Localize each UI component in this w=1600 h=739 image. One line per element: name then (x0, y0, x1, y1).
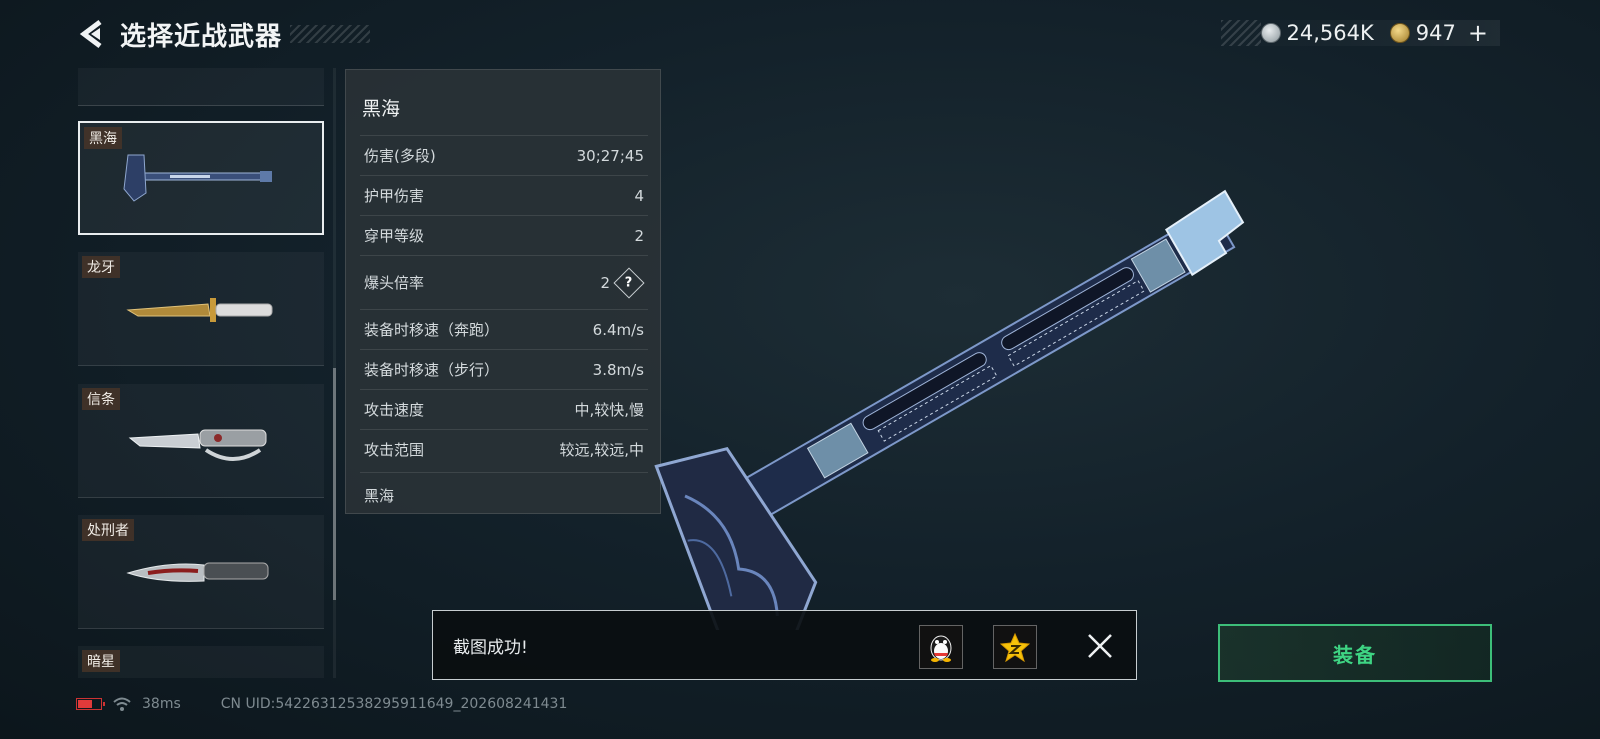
stat-label: 伤害(多段) (364, 147, 436, 165)
close-icon (1088, 634, 1112, 658)
list-item[interactable] (78, 68, 324, 106)
latency-text: 38ms (142, 696, 181, 712)
weapon-card-label: 黑海 (84, 127, 122, 149)
status-bar: 38ms CN UID:5422631253829591164​9_202608… (76, 694, 567, 714)
weapon-card-anxing[interactable]: 暗星 (78, 646, 324, 678)
share-qzone-button[interactable] (993, 625, 1037, 669)
stat-label: 护甲伤害 (364, 187, 425, 205)
stat-label: 装备时移速（步行） (364, 361, 500, 379)
weapon-card-label: 信条 (82, 388, 120, 410)
battery-icon (76, 698, 105, 710)
stat-label: 攻击速度 (364, 401, 425, 419)
title-decoration (290, 25, 371, 43)
share-qq-button[interactable] (919, 625, 963, 669)
page-title: 选择近战武器 (120, 21, 283, 52)
qzone-star-icon (1000, 632, 1030, 662)
weapon-list[interactable]: 黑海 龙牙 信条 处刑者 暗星 (78, 68, 324, 678)
currency-decoration (1220, 20, 1261, 46)
equip-button[interactable]: 装备 (1218, 624, 1492, 682)
stat-label: 穿甲等级 (364, 227, 425, 245)
qq-penguin-icon (930, 635, 952, 662)
currency-bar: 24,564K 947 + (1220, 19, 1500, 47)
knife-icon (126, 562, 269, 582)
stat-label: 装备时移速（奔跑） (364, 321, 500, 339)
silver-coin-icon (1260, 23, 1281, 43)
weapon-card-xintiao[interactable]: 信条 (78, 384, 324, 498)
header: 选择近战武器 (76, 14, 371, 54)
gold-coin-icon (1389, 23, 1410, 43)
knife-icon (128, 429, 267, 461)
equip-button-label: 装备 (1333, 642, 1377, 667)
stat-label: 攻击范围 (364, 441, 425, 459)
weapon-card-chuxingzhe[interactable]: 处刑者 (78, 515, 324, 629)
gold-value: 947 (1415, 21, 1456, 45)
weapon-list-scrollbar[interactable] (333, 68, 336, 678)
uid-text: CN UID:5422631253829591164​9_20260824143… (220, 696, 568, 712)
axe-icon (123, 154, 272, 202)
scrollbar-thumb[interactable] (333, 368, 336, 600)
silver-value: 24,564K (1286, 21, 1374, 45)
weapon-preview-image (654, 189, 1245, 630)
wifi-icon (113, 697, 131, 711)
toast-message: 截图成功! (453, 638, 528, 658)
screenshot-toast: 截图成功! (432, 610, 1137, 680)
weapon-name: 黑海 (362, 98, 401, 120)
weapon-card-longya[interactable]: 龙牙 (78, 252, 324, 366)
weapon-card-heihai[interactable]: 黑海 (78, 121, 324, 235)
back-button[interactable] (76, 17, 106, 51)
chevron-left-icon (79, 20, 102, 48)
stat-label: 爆头倍率 (364, 274, 425, 292)
weapon-card-label: 龙牙 (82, 256, 120, 278)
toast-close-button[interactable] (1083, 629, 1117, 663)
weapon-card-label: 暗星 (82, 650, 120, 672)
knife-icon (126, 298, 273, 322)
add-currency-button[interactable]: + (1468, 19, 1488, 47)
